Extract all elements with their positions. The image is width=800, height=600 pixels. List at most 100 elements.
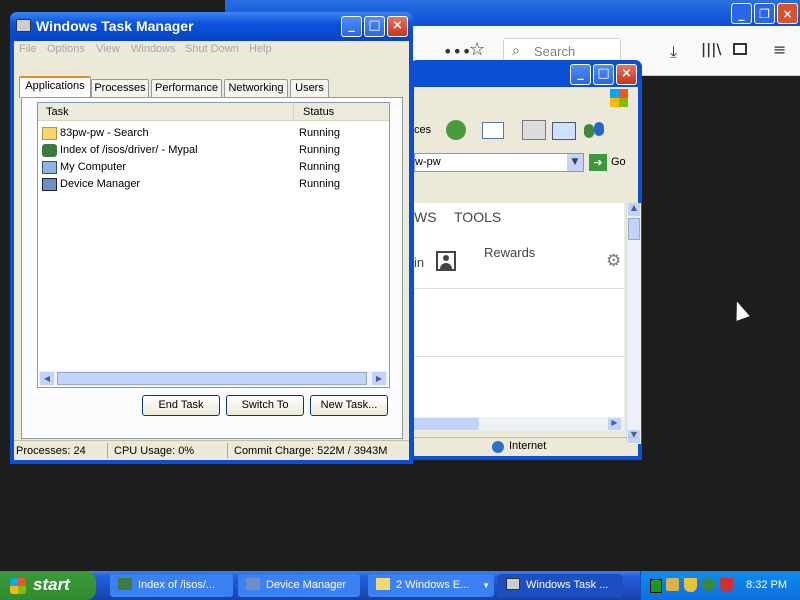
- process-count: Processes: 24: [16, 445, 86, 457]
- menu-shut-down[interactable]: Shut Down: [185, 43, 239, 55]
- divider: [107, 443, 108, 458]
- taskbar-item-explorer-group[interactable]: 2 Windows E... ▼: [368, 574, 494, 597]
- nav-tools-link[interactable]: TOOLS: [454, 209, 501, 225]
- cpu-meter-icon[interactable]: [650, 579, 662, 593]
- status-bar: Processes: 24 CPU Usage: 0% Commit Charg…: [14, 440, 409, 460]
- close-button[interactable]: ×: [616, 64, 637, 85]
- maximize-button[interactable]: □: [364, 16, 385, 37]
- menu-options[interactable]: Options: [47, 43, 85, 55]
- settings-gear-icon[interactable]: ⚙: [606, 251, 621, 271]
- tab-applications[interactable]: Applications: [19, 76, 91, 98]
- mouse-cursor: [730, 299, 750, 321]
- minimize-button[interactable]: _: [341, 16, 362, 37]
- bookmark-star-icon[interactable]: ☆: [469, 39, 485, 60]
- commit-charge: Commit Charge: 522M / 3943M: [234, 445, 388, 457]
- rewards-link[interactable]: Rewards: [484, 245, 535, 260]
- mail-icon[interactable]: [482, 122, 504, 139]
- menu-icon[interactable]: ≡: [773, 40, 786, 59]
- scroll-right-button[interactable]: ▶: [372, 372, 386, 385]
- vertical-scrollbar[interactable]: ▲ ▼: [626, 203, 641, 444]
- restore-button[interactable]: ❐: [754, 3, 775, 24]
- table-row[interactable]: Index of /isos/driver/ - Mypal Running: [42, 142, 382, 159]
- media-icon[interactable]: [446, 120, 466, 140]
- go-arrow-icon[interactable]: ➔: [589, 154, 607, 171]
- horizontal-scrollbar[interactable]: ◀ ▶: [39, 371, 388, 386]
- taskbar-item-label: Windows Task ...: [526, 579, 609, 591]
- task-list[interactable]: Task Status 83pw-pw - Search Running Ind…: [37, 102, 390, 388]
- column-task[interactable]: Task: [38, 103, 293, 121]
- clock: 8:32 PM: [746, 579, 787, 591]
- menu-view[interactable]: View: [96, 43, 120, 55]
- horizontal-scrollbar[interactable]: ▶: [414, 417, 624, 431]
- group-arrow-icon: ▼: [482, 581, 490, 590]
- end-task-button[interactable]: End Task: [142, 395, 220, 416]
- explorer-window: _ □ × ces w-pw ▼ ➔ Go WS TOOLS in Reward…: [410, 60, 642, 460]
- tab-users[interactable]: Users: [290, 79, 329, 97]
- menu-help[interactable]: Help: [249, 43, 272, 55]
- page-content: WS TOOLS in Rewards ⚙: [414, 203, 624, 428]
- address-dropdown[interactable]: ▼: [567, 154, 583, 171]
- task-name: 83pw-pw - Search: [60, 127, 149, 139]
- update-icon[interactable]: [702, 578, 715, 591]
- table-row[interactable]: Device Manager Running: [42, 176, 382, 193]
- taskbar-item-device-manager[interactable]: Device Manager: [238, 574, 360, 597]
- task-manager-icon: [506, 578, 520, 590]
- go-button[interactable]: Go: [611, 156, 626, 168]
- network-icon[interactable]: [666, 578, 679, 591]
- taskbar-item-label: Index of /isos/...: [138, 579, 216, 591]
- alert-shield-icon[interactable]: [720, 578, 733, 592]
- switch-to-button[interactable]: Switch To: [226, 395, 304, 416]
- address-input[interactable]: w-pw: [414, 153, 584, 172]
- nav-partial-link[interactable]: WS: [414, 209, 437, 225]
- close-button[interactable]: ×: [777, 3, 798, 24]
- explorer-statusbar: Internet: [414, 437, 638, 456]
- zone-label: Internet: [509, 440, 547, 452]
- folder-icon: [42, 127, 57, 140]
- scroll-thumb[interactable]: [414, 418, 479, 430]
- scroll-thumb[interactable]: [628, 218, 640, 240]
- folder-icon: [376, 578, 390, 590]
- table-row[interactable]: 83pw-pw - Search Running: [42, 125, 382, 142]
- scroll-left-button[interactable]: ◀: [40, 372, 54, 385]
- toolbar-partial-label: ces: [414, 124, 432, 136]
- close-button[interactable]: ×: [387, 16, 408, 37]
- new-task-button[interactable]: New Task...: [310, 395, 388, 416]
- task-manager-icon: [16, 19, 31, 32]
- tab-networking[interactable]: Networking: [224, 79, 288, 97]
- minimize-button[interactable]: _: [731, 3, 752, 24]
- library-icon[interactable]: |||\: [701, 42, 721, 58]
- maximize-button[interactable]: □: [593, 64, 614, 85]
- mypal-icon: [42, 144, 57, 157]
- sidebar-icon[interactable]: [733, 43, 747, 55]
- task-status: Running: [299, 178, 340, 190]
- divider: [414, 356, 624, 357]
- security-shield-icon[interactable]: [684, 578, 697, 592]
- print-icon[interactable]: [522, 120, 546, 140]
- menu-bar: File Options View Windows Shut Down Help: [14, 41, 409, 59]
- taskbar-item-task-manager[interactable]: Windows Task ...: [498, 574, 622, 597]
- address-value: w-pw: [415, 156, 441, 168]
- task-name: My Computer: [60, 161, 127, 173]
- download-icon[interactable]: ⤓: [670, 42, 677, 62]
- taskbar-item-label: 2 Windows E...: [396, 579, 470, 591]
- table-row[interactable]: My Computer Running: [42, 159, 382, 176]
- scroll-thumb[interactable]: [57, 372, 367, 385]
- menu-windows[interactable]: Windows: [131, 43, 176, 55]
- account-icon[interactable]: [436, 251, 456, 271]
- start-label: start: [33, 575, 70, 594]
- tab-performance[interactable]: Performance: [151, 79, 222, 97]
- edit-icon[interactable]: [552, 122, 576, 140]
- more-icon[interactable]: •••: [443, 42, 471, 61]
- scroll-up-button[interactable]: ▲: [628, 203, 640, 216]
- column-status[interactable]: Status: [293, 103, 389, 121]
- task-manager-titlebar[interactable]: Windows Task Manager _ □ ×: [10, 12, 413, 41]
- system-tray: 8:32 PM: [640, 571, 800, 600]
- taskbar-item-index[interactable]: Index of /isos/...: [110, 574, 233, 597]
- scroll-right-button[interactable]: ▶: [608, 418, 621, 430]
- start-button[interactable]: start: [0, 571, 96, 600]
- messenger-icon[interactable]: [584, 120, 606, 140]
- tab-processes[interactable]: Processes: [91, 79, 149, 97]
- signin-link[interactable]: in: [414, 255, 424, 270]
- menu-file[interactable]: File: [19, 43, 37, 55]
- minimize-button[interactable]: _: [570, 64, 591, 85]
